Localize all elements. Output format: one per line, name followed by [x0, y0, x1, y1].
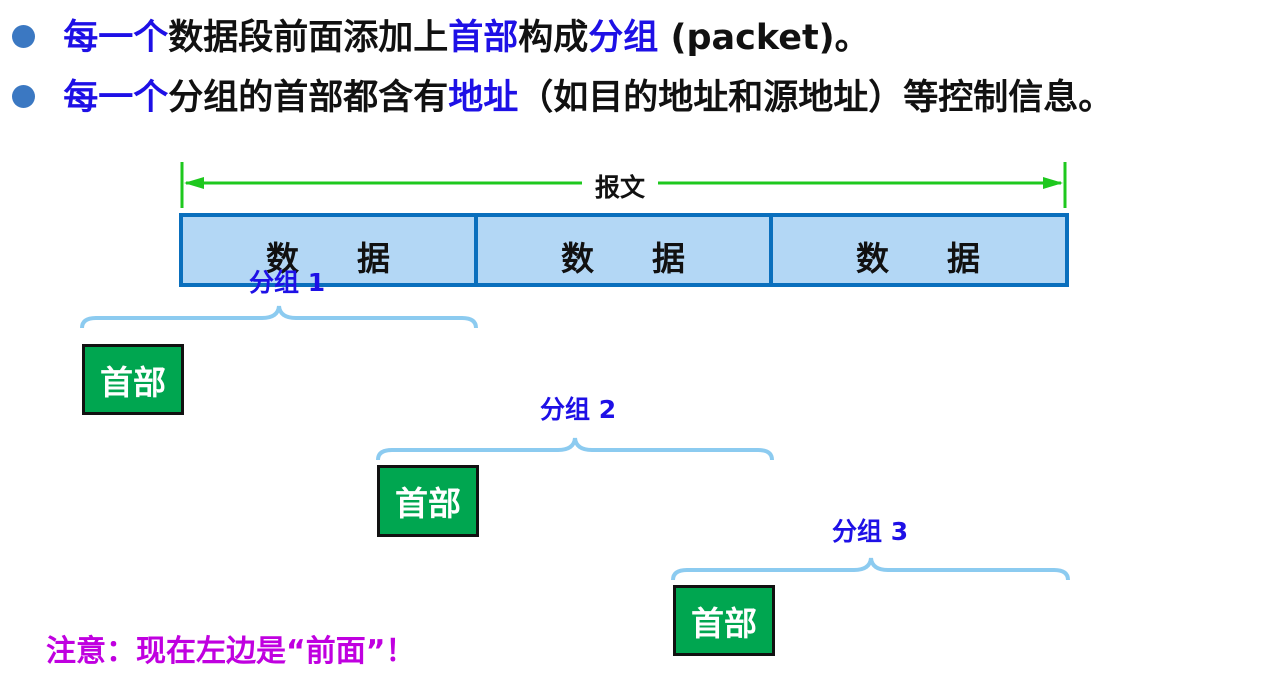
packet-3-header: 首部 [673, 585, 775, 656]
packet-2-brace [376, 437, 774, 461]
packet-diagram [80, 162, 1070, 581]
segment-3-char-2: 据 [947, 239, 980, 278]
packet-1-brace [80, 305, 478, 329]
packet-2-header: 首部 [377, 465, 479, 537]
segment-2-char-1: 数 [561, 239, 594, 278]
message-label: 报文 [582, 168, 658, 204]
packet-3-brace [671, 557, 1070, 581]
packet-3-label: 分组 3 [832, 517, 909, 546]
data-segment-1 [179, 213, 478, 287]
arrow-left-head-icon [184, 177, 204, 189]
data-segment-3 [769, 213, 1069, 287]
packet-1-header: 首部 [82, 344, 184, 415]
data-segment-2 [474, 213, 773, 287]
packet-2-label: 分组 2 [540, 395, 617, 424]
packet-1-label: 分组 1 [249, 268, 326, 297]
arrow-right-head-icon [1043, 177, 1063, 189]
note-text: 注意：现在左边是“前面”！ [46, 634, 416, 669]
segment-2-char-2: 据 [652, 239, 685, 278]
segment-3-char-1: 数 [856, 239, 889, 278]
segment-1-char-2: 据 [357, 239, 390, 278]
